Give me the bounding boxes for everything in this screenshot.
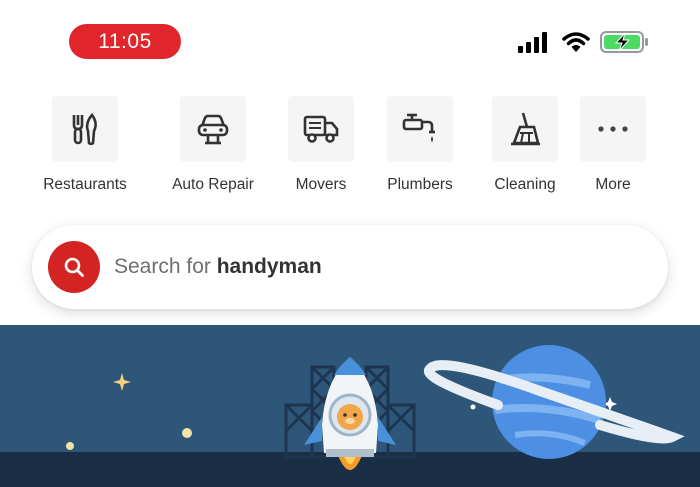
search-prefix: Search for bbox=[114, 255, 217, 278]
search-bar[interactable]: Search for handyman bbox=[32, 225, 668, 309]
car-lift-icon bbox=[197, 114, 229, 145]
wifi-icon bbox=[562, 32, 590, 52]
more-dots-icon bbox=[598, 126, 628, 132]
category-label: Movers bbox=[295, 176, 347, 193]
battery-charging-icon bbox=[600, 31, 648, 53]
signal-icon bbox=[518, 32, 547, 53]
broom-icon bbox=[511, 112, 540, 146]
truck-icon bbox=[303, 115, 339, 143]
category-restaurants[interactable]: Restaurants bbox=[25, 96, 145, 194]
search-term: handyman bbox=[216, 255, 322, 278]
search-button[interactable] bbox=[48, 241, 100, 293]
category-row: Restaurants Auto Repair Movers Plumbers … bbox=[0, 96, 700, 211]
fork-knife-icon bbox=[72, 113, 97, 145]
category-label: More bbox=[595, 176, 631, 193]
faucet-icon bbox=[402, 113, 435, 142]
category-label: Plumbers bbox=[387, 176, 453, 193]
category-label: Auto Repair bbox=[172, 176, 254, 193]
status-time: 11:05 bbox=[69, 24, 181, 59]
search-icon bbox=[64, 257, 84, 277]
promo-banner[interactable] bbox=[0, 325, 700, 487]
search-placeholder[interactable]: Search for handyman bbox=[114, 255, 322, 279]
category-label: Cleaning bbox=[494, 176, 556, 193]
category-plumbers[interactable]: Plumbers bbox=[360, 96, 480, 194]
rocket-space-illustration bbox=[0, 325, 700, 487]
category-auto-repair[interactable]: Auto Repair bbox=[153, 96, 273, 194]
category-more[interactable]: More bbox=[553, 96, 673, 194]
category-label: Restaurants bbox=[43, 176, 127, 193]
status-icons bbox=[518, 30, 650, 54]
